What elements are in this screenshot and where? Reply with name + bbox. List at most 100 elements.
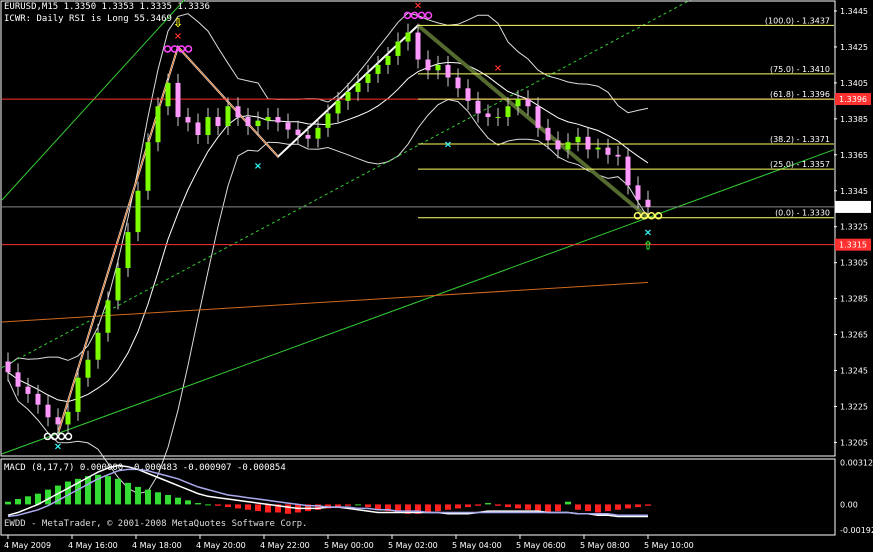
price-box-label: 1.3396 xyxy=(839,95,867,104)
candle-body xyxy=(475,100,481,114)
bollinger-lower-band xyxy=(7,98,649,495)
candle-body xyxy=(75,377,81,412)
macd-histogram xyxy=(5,464,651,518)
indicator-header: ICWR: Daily RSI is Long 55.3469 xyxy=(4,14,172,24)
y-tick-label: 1.3445 xyxy=(840,7,868,16)
macd-histogram-bar xyxy=(135,486,141,505)
cross-marker: × xyxy=(254,161,262,172)
cross-marker: × xyxy=(174,31,182,42)
macd-histogram-bar xyxy=(85,476,91,505)
candle-body xyxy=(555,140,561,150)
candle-body xyxy=(115,268,121,301)
macd-histogram-bar xyxy=(105,476,111,505)
fibonacci-levels: (100.0) - 1.3437 (75.0) - 1.3410 (61.8) - … xyxy=(418,16,834,219)
candle-body xyxy=(425,59,431,71)
candle-body xyxy=(505,106,511,118)
candles xyxy=(5,23,651,434)
macd-histogram-bar xyxy=(235,504,241,509)
candle-body xyxy=(525,99,531,107)
y-tick-label: 1.3305 xyxy=(840,259,868,268)
macd-histogram-bar xyxy=(355,504,361,506)
y-tick-label: 1.3285 xyxy=(840,295,868,304)
macd-y-tick-label: -0.00192 xyxy=(840,526,873,535)
candle-body xyxy=(465,88,471,101)
macd-histogram-bar xyxy=(465,504,471,508)
candle-body xyxy=(165,82,171,107)
macd-histogram-bar xyxy=(215,504,221,506)
candle-body xyxy=(415,32,421,60)
macd-histogram-bar xyxy=(505,504,511,508)
x-tick-label: 4 May 16:00 xyxy=(68,541,118,550)
candle-body xyxy=(495,117,501,119)
macd-histogram-bar xyxy=(115,478,121,505)
macd-y-tick-label: 0.003120 xyxy=(840,458,873,467)
fib-level-label: (61.8) - 1.3396 xyxy=(770,90,830,99)
up-arrow-marker: ⇧ xyxy=(643,239,653,253)
cross-marker: × xyxy=(644,228,652,239)
candle-body xyxy=(125,232,131,269)
candle-body xyxy=(535,106,541,128)
x-tick-label: 4 May 18:00 xyxy=(132,541,182,550)
x-tick-label: 5 May 06:00 xyxy=(516,541,566,550)
macd-histogram-bar xyxy=(285,504,291,514)
x-tick-label: 5 May 08:00 xyxy=(580,541,630,550)
macd-histogram-bar xyxy=(145,489,151,505)
candle-body xyxy=(625,156,631,186)
macd-histogram-bar xyxy=(585,504,591,512)
cross-marker: × xyxy=(494,63,502,74)
candle-body xyxy=(25,386,31,394)
candle-body xyxy=(185,117,191,123)
macd-histogram-bar xyxy=(5,501,11,505)
candle-body xyxy=(585,136,591,150)
macd-histogram-bar xyxy=(475,504,481,506)
cross-marker: × xyxy=(414,0,422,11)
macd-histogram-bar xyxy=(345,504,351,506)
macd-histogram-bar xyxy=(445,504,451,510)
y-tick-label: 1.3325 xyxy=(840,223,868,232)
zigzag-line xyxy=(57,24,419,434)
candle-body xyxy=(175,82,181,118)
macd-line xyxy=(7,464,648,518)
candle-body xyxy=(575,136,581,143)
swing-ring-marker xyxy=(64,432,73,441)
candle-body xyxy=(485,113,491,118)
macd-histogram-bar xyxy=(545,504,551,513)
candle-body xyxy=(335,100,341,114)
candle-body xyxy=(365,73,371,83)
candle-body xyxy=(225,106,231,127)
macd-histogram-bar xyxy=(165,494,171,505)
candle-body xyxy=(265,117,271,121)
macd-histogram-bar xyxy=(495,504,501,506)
swing-ring-marker xyxy=(184,45,193,53)
candle-body xyxy=(275,117,281,123)
candle-body xyxy=(375,64,381,74)
y-tick-label: 1.3225 xyxy=(840,402,868,411)
candle-body xyxy=(65,411,71,425)
y-tick-label: 1.3345 xyxy=(840,187,868,196)
macd-histogram-bar xyxy=(525,504,531,510)
swing-ring-marker xyxy=(163,45,172,53)
y-tick-label: 1.3365 xyxy=(840,151,868,160)
x-tick-label: 5 May 04:00 xyxy=(452,541,502,550)
candle-body xyxy=(395,41,401,56)
candle-body xyxy=(385,55,391,65)
macd-histogram-bar xyxy=(25,496,31,505)
macd-histogram-bar xyxy=(155,492,161,505)
y-tick-label: 1.3205 xyxy=(840,438,868,447)
swing-ring-marker xyxy=(57,432,66,441)
macd-histogram-bar xyxy=(205,504,211,506)
candle-body xyxy=(95,332,101,360)
candle-body xyxy=(345,91,351,101)
macd-histogram-bar xyxy=(635,504,641,508)
macd-histogram-bar xyxy=(535,504,541,512)
candle-body xyxy=(355,82,361,92)
macd-histogram-bar xyxy=(515,504,521,509)
x-tick-label: 4 May 2009 xyxy=(4,541,51,550)
macd-histogram-bar xyxy=(365,504,371,508)
candle-body xyxy=(105,300,111,333)
symbol-header: EURUSD,M15 1.3350 1.3353 1.3335 1.3336 xyxy=(4,2,210,12)
candle-body xyxy=(515,99,521,107)
y-tick-label: 1.3385 xyxy=(840,115,868,124)
candle-body xyxy=(445,64,451,78)
macd-signal-line xyxy=(7,468,648,518)
